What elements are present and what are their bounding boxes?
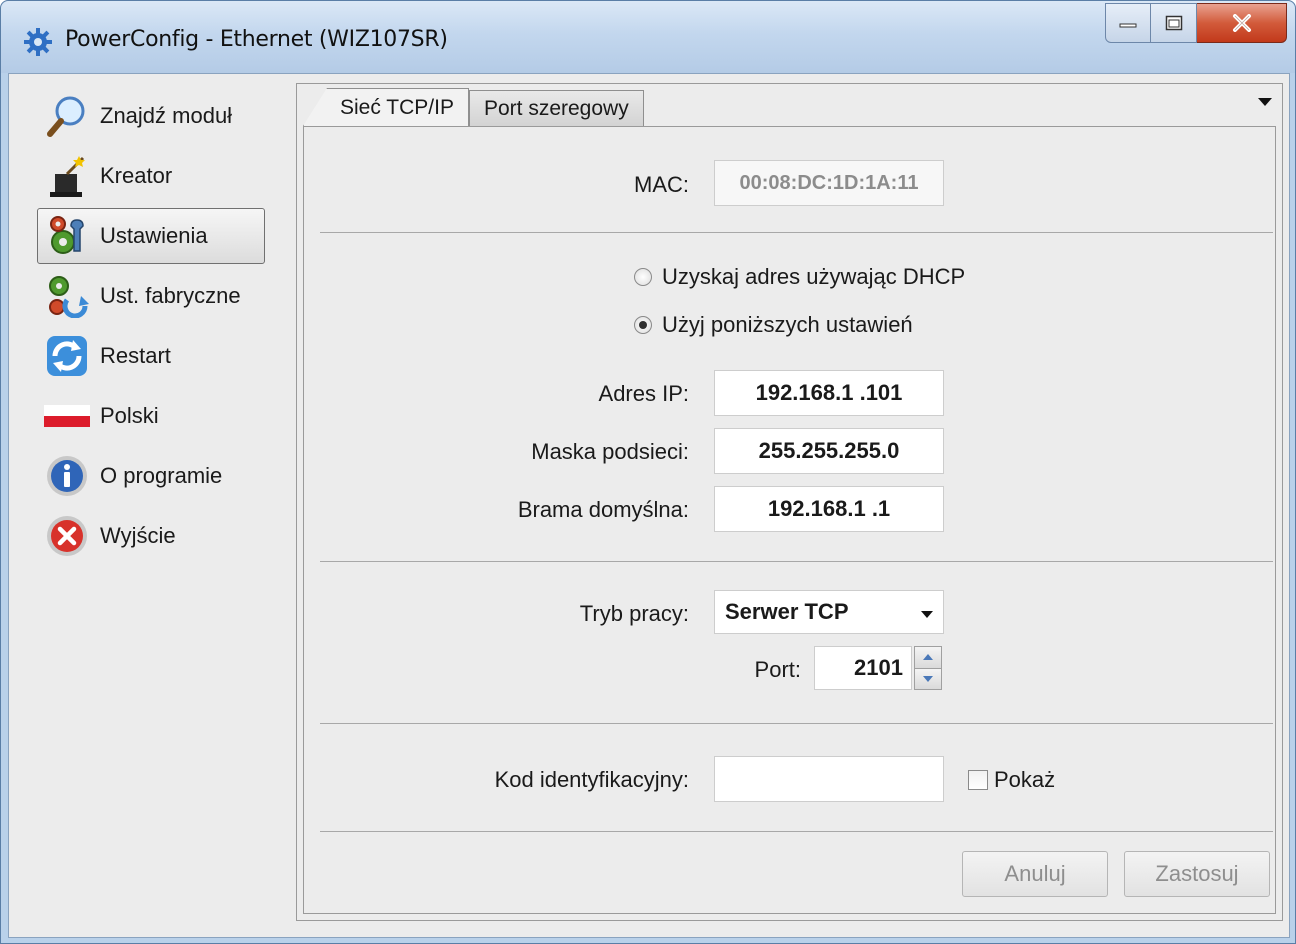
sidebar-item-label: Wyjście	[100, 523, 176, 548]
maximize-button[interactable]	[1151, 3, 1197, 43]
separator	[320, 723, 1273, 724]
mac-field: 00:08:DC:1D:1A:11	[714, 160, 944, 206]
close-icon	[1232, 14, 1251, 32]
sidebar-item-label: Ustawienia	[100, 223, 208, 248]
static-radio[interactable]	[634, 316, 652, 334]
tab-tcp-ip[interactable]: Sieć TCP/IP	[303, 88, 469, 126]
sidebar-item-exit[interactable]: Wyjście	[37, 508, 269, 564]
title-bar[interactable]: PowerConfig - Ethernet (WIZ107SR)	[1, 1, 1295, 73]
gateway-field[interactable]: 192.168.1 .1	[714, 486, 944, 532]
separator	[320, 561, 1273, 562]
apply-button[interactable]: Zastosuj	[1124, 851, 1270, 897]
exit-icon	[44, 513, 90, 559]
sidebar-item-language[interactable]: Polski	[37, 388, 269, 444]
tab-content-tcp-ip: MAC: 00:08:DC:1D:1A:11 Uzyskaj adres uży…	[303, 126, 1276, 914]
window-title: PowerConfig - Ethernet (WIZ107SR)	[65, 27, 448, 52]
subnet-mask-field[interactable]: 255.255.255.0	[714, 428, 944, 474]
dhcp-radio-label: Uzyskaj adres używając DHCP	[662, 264, 966, 289]
mask-label: Maska podsieci:	[531, 439, 689, 464]
mode-label: Tryb pracy:	[579, 601, 689, 626]
sidebar-item-factory-settings[interactable]: Ust. fabryczne	[37, 268, 269, 324]
static-radio-row[interactable]: Użyj poniższych ustawień	[634, 312, 913, 338]
tab-serial-port[interactable]: Port szeregowy	[468, 90, 644, 126]
gateway-label: Brama domyślna:	[517, 497, 689, 522]
maximize-icon	[1165, 15, 1182, 31]
show-checkbox-label: Pokaż	[994, 767, 1056, 792]
window-controls	[1105, 3, 1287, 43]
port-increment-button[interactable]	[914, 646, 942, 669]
sidebar: Znajdź moduł Kreator Ustawienia Ust. fab…	[37, 88, 269, 568]
dhcp-radio[interactable]	[634, 268, 652, 286]
minimize-icon	[1119, 23, 1137, 28]
show-checkbox-row[interactable]: Pokaż	[968, 767, 1055, 793]
app-window: PowerConfig - Ethernet (WIZ107SR) Znajdź…	[0, 0, 1296, 944]
arrow-down-icon	[923, 675, 933, 682]
magnifier-icon	[44, 93, 90, 139]
mac-label: MAC:	[634, 172, 689, 197]
gear-icon	[24, 28, 52, 56]
sidebar-item-label: Restart	[100, 343, 171, 368]
sidebar-item-wizard[interactable]: Kreator	[37, 148, 269, 204]
refresh-icon	[44, 333, 90, 379]
sidebar-item-label: Kreator	[100, 163, 173, 188]
minimize-button[interactable]	[1105, 3, 1151, 43]
cancel-button[interactable]: Anuluj	[962, 851, 1108, 897]
id-code-field[interactable]	[714, 756, 944, 802]
mode-select-value: Serwer TCP	[725, 599, 849, 624]
arrow-up-icon	[923, 654, 933, 661]
magic-hat-icon	[44, 153, 90, 199]
polish-flag-icon	[44, 393, 90, 439]
close-button[interactable]	[1197, 3, 1287, 43]
gears-reset-icon	[44, 273, 90, 319]
sidebar-item-label: Ust. fabryczne	[100, 283, 241, 308]
sidebar-item-label: Polski	[100, 403, 159, 428]
chevron-down-icon	[921, 611, 933, 618]
show-checkbox[interactable]	[968, 770, 988, 790]
sidebar-item-label: Znajdź moduł	[100, 103, 233, 128]
separator	[320, 232, 1273, 233]
tab-list-dropdown-icon[interactable]	[1258, 98, 1272, 106]
port-stepper	[914, 646, 942, 690]
port-decrement-button[interactable]	[914, 668, 942, 690]
sidebar-item-label: O programie	[100, 463, 223, 488]
dhcp-radio-row[interactable]: Uzyskaj adres używając DHCP	[634, 264, 965, 290]
mode-select[interactable]: Serwer TCP	[714, 590, 944, 634]
ip-address-field[interactable]: 192.168.1 .101	[714, 370, 944, 416]
port-field[interactable]: 2101	[814, 646, 912, 690]
id-code-label: Kod identyfikacyjny:	[494, 767, 689, 792]
port-label: Port:	[754, 657, 801, 682]
tab-strip: Sieć TCP/IP Port szeregowy	[303, 88, 644, 126]
sidebar-item-restart[interactable]: Restart	[37, 328, 269, 384]
static-radio-label: Użyj poniższych ustawień	[662, 312, 913, 337]
sidebar-item-settings[interactable]: Ustawienia	[37, 208, 265, 264]
sidebar-item-find-module[interactable]: Znajdź moduł	[37, 88, 269, 144]
client-area: Znajdź moduł Kreator Ustawienia Ust. fab…	[8, 73, 1290, 938]
separator	[320, 831, 1273, 832]
info-icon	[44, 453, 90, 499]
sidebar-item-about[interactable]: O programie	[37, 448, 269, 504]
ip-label: Adres IP:	[598, 381, 689, 406]
gears-wrench-icon	[44, 213, 90, 259]
settings-panel: Sieć TCP/IP Port szeregowy MAC: 00:08:DC…	[296, 83, 1283, 921]
